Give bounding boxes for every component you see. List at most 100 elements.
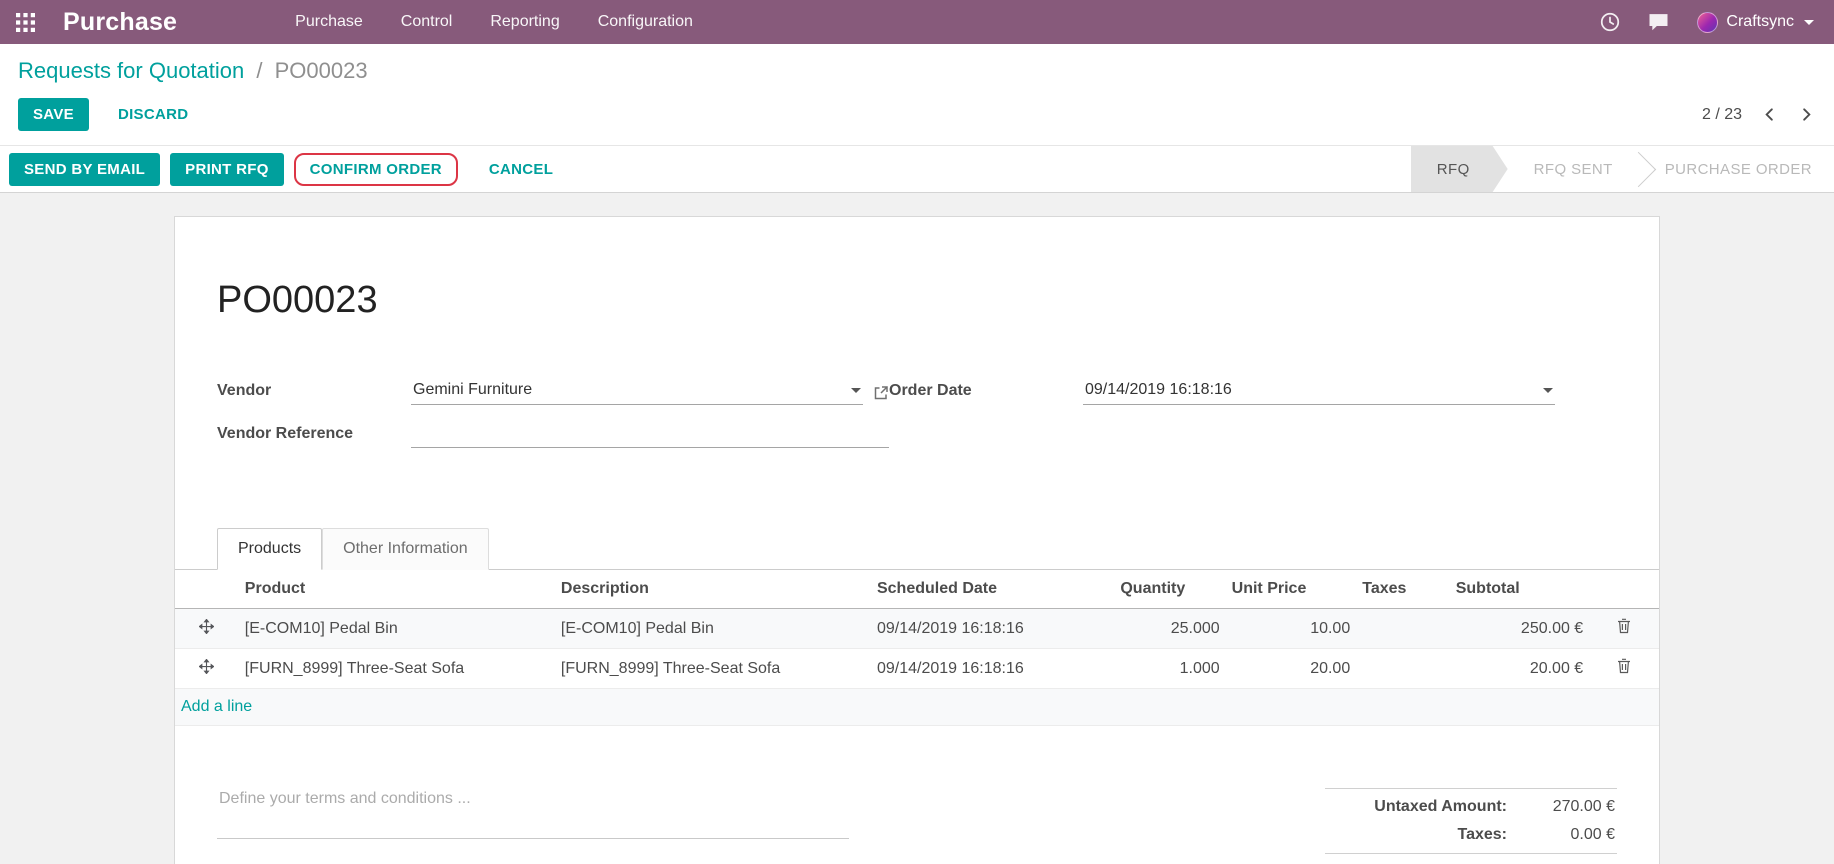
notebook-tabs: Products Other Information xyxy=(175,528,1659,570)
total-row: Total: 270.00 € xyxy=(1325,853,1617,864)
send-by-email-button[interactable]: SEND BY EMAIL xyxy=(9,153,160,186)
add-a-line-link[interactable]: Add a line xyxy=(181,698,252,715)
main-menu: Purchase Control Reporting Configuration xyxy=(295,13,693,31)
menu-reporting[interactable]: Reporting xyxy=(490,13,559,31)
cell-unit-price[interactable]: 20.00 xyxy=(1226,649,1357,689)
column-subtotal: Subtotal xyxy=(1450,570,1589,609)
order-date-field-row: Order Date 09/14/2019 16:18:16 xyxy=(889,378,1555,405)
cell-taxes[interactable] xyxy=(1356,609,1449,649)
column-scheduled-date: Scheduled Date xyxy=(871,570,1114,609)
column-description: Description xyxy=(555,570,871,609)
cell-quantity[interactable]: 25.000 xyxy=(1114,609,1225,649)
vendor-value: Gemini Furniture xyxy=(413,381,845,399)
order-lines-table: Product Description Scheduled Date Quant… xyxy=(175,570,1659,726)
cell-description[interactable]: [E-COM10] Pedal Bin xyxy=(555,609,871,649)
cell-scheduled-date[interactable]: 09/14/2019 16:18:16 xyxy=(871,609,1114,649)
print-rfq-button[interactable]: PRINT RFQ xyxy=(170,153,284,186)
menu-purchase[interactable]: Purchase xyxy=(295,13,363,31)
breadcrumb-separator: / xyxy=(256,58,262,83)
order-date-label: Order Date xyxy=(889,382,1083,405)
table-row: [FURN_8999] Three-Seat Sofa [FURN_8999] … xyxy=(175,649,1659,689)
pager: 2 / 23 xyxy=(1702,106,1814,124)
navbar-systray: Craftsync xyxy=(1600,12,1814,33)
vendor-reference-input[interactable] xyxy=(411,422,889,448)
vendor-external-link-icon[interactable] xyxy=(873,385,889,405)
order-date-dropdown-caret-icon[interactable] xyxy=(1543,388,1553,393)
vendor-reference-label: Vendor Reference xyxy=(217,425,411,448)
user-avatar xyxy=(1697,12,1718,33)
order-date-input[interactable]: 09/14/2019 16:18:16 xyxy=(1083,379,1555,405)
delete-row-icon[interactable] xyxy=(1589,609,1659,649)
user-name: Craftsync xyxy=(1726,13,1794,31)
statusbar-states: RFQ RFQ SENT PURCHASE ORDER xyxy=(1411,146,1834,192)
messages-icon[interactable] xyxy=(1648,13,1669,31)
pager-next-icon[interactable] xyxy=(1799,107,1814,122)
table-header-row: Product Description Scheduled Date Quant… xyxy=(175,570,1659,609)
save-button[interactable]: SAVE xyxy=(18,98,89,131)
vendor-reference-field-row: Vendor Reference xyxy=(217,421,889,448)
vendor-input[interactable]: Gemini Furniture xyxy=(411,379,863,405)
untaxed-amount-value: 270.00 € xyxy=(1523,798,1615,816)
column-product: Product xyxy=(239,570,555,609)
discard-button[interactable]: DISCARD xyxy=(103,98,203,131)
control-panel: Requests for Quotation / PO00023 SAVE DI… xyxy=(0,44,1834,145)
pager-previous-icon[interactable] xyxy=(1762,107,1777,122)
cell-product[interactable]: [E-COM10] Pedal Bin xyxy=(239,609,555,649)
cell-quantity[interactable]: 1.000 xyxy=(1114,649,1225,689)
chevron-down-icon xyxy=(1804,20,1814,25)
app-name[interactable]: Purchase xyxy=(63,8,177,37)
column-taxes: Taxes xyxy=(1356,570,1449,609)
confirm-order-button[interactable]: CONFIRM ORDER xyxy=(294,153,458,186)
drag-handle-icon[interactable] xyxy=(175,609,239,649)
apps-grid-icon[interactable] xyxy=(16,13,35,32)
table-row: [E-COM10] Pedal Bin [E-COM10] Pedal Bin … xyxy=(175,609,1659,649)
tab-other-information[interactable]: Other Information xyxy=(322,528,489,570)
add-line-row: Add a line xyxy=(175,689,1659,726)
delete-column-header xyxy=(1589,570,1659,609)
sheet-bottom: Define your terms and conditions ... Unt… xyxy=(217,788,1617,864)
delete-row-icon[interactable] xyxy=(1589,649,1659,689)
untaxed-amount-row: Untaxed Amount: 270.00 € xyxy=(1325,793,1617,821)
form-view-background: PO00023 Vendor Gemini Furniture xyxy=(0,193,1834,864)
cell-taxes[interactable] xyxy=(1356,649,1449,689)
activities-clock-icon[interactable] xyxy=(1600,12,1620,32)
tab-products[interactable]: Products xyxy=(217,528,322,570)
cell-scheduled-date[interactable]: 09/14/2019 16:18:16 xyxy=(871,649,1114,689)
state-purchase-order[interactable]: PURCHASE ORDER xyxy=(1639,146,1834,192)
drag-handle-icon[interactable] xyxy=(175,649,239,689)
vendor-field-row: Vendor Gemini Furniture xyxy=(217,378,889,405)
column-unit-price: Unit Price xyxy=(1226,570,1357,609)
totals-summary: Untaxed Amount: 270.00 € Taxes: 0.00 € T… xyxy=(1325,788,1617,864)
purchase-app-window: Purchase Purchase Control Reporting Conf… xyxy=(0,0,1834,864)
taxes-row: Taxes: 0.00 € xyxy=(1325,821,1617,849)
breadcrumb: Requests for Quotation / PO00023 xyxy=(18,58,1814,84)
handle-column-header xyxy=(175,570,239,609)
column-quantity: Quantity xyxy=(1114,570,1225,609)
vendor-dropdown-caret-icon[interactable] xyxy=(851,388,861,393)
order-date-value: 09/14/2019 16:18:16 xyxy=(1085,381,1537,399)
vendor-label: Vendor xyxy=(217,382,411,405)
terms-and-conditions-input[interactable]: Define your terms and conditions ... xyxy=(217,788,849,839)
notebook: Products Other Information Product Descr… xyxy=(175,528,1659,726)
form-sheet: PO00023 Vendor Gemini Furniture xyxy=(174,216,1660,864)
menu-control[interactable]: Control xyxy=(401,13,453,31)
menu-configuration[interactable]: Configuration xyxy=(598,13,693,31)
state-rfq-sent[interactable]: RFQ SENT xyxy=(1508,146,1639,192)
top-navbar: Purchase Purchase Control Reporting Conf… xyxy=(0,0,1834,44)
taxes-label: Taxes: xyxy=(1327,826,1523,844)
user-menu[interactable]: Craftsync xyxy=(1697,12,1814,33)
cell-subtotal: 20.00 € xyxy=(1450,649,1589,689)
cell-product[interactable]: [FURN_8999] Three-Seat Sofa xyxy=(239,649,555,689)
cell-unit-price[interactable]: 10.00 xyxy=(1226,609,1357,649)
form-fields: Vendor Gemini Furniture xyxy=(217,378,1617,464)
cancel-button[interactable]: CANCEL xyxy=(474,153,568,186)
taxes-value: 0.00 € xyxy=(1523,826,1615,844)
state-rfq[interactable]: RFQ xyxy=(1411,146,1508,192)
statusbar: SEND BY EMAIL PRINT RFQ CONFIRM ORDER CA… xyxy=(0,145,1834,193)
record-title: PO00023 xyxy=(217,279,1617,322)
breadcrumb-parent-link[interactable]: Requests for Quotation xyxy=(18,58,244,83)
cell-description[interactable]: [FURN_8999] Three-Seat Sofa xyxy=(555,649,871,689)
pager-count[interactable]: 2 / 23 xyxy=(1702,106,1742,124)
untaxed-amount-label: Untaxed Amount: xyxy=(1327,798,1523,816)
breadcrumb-current: PO00023 xyxy=(275,58,368,83)
